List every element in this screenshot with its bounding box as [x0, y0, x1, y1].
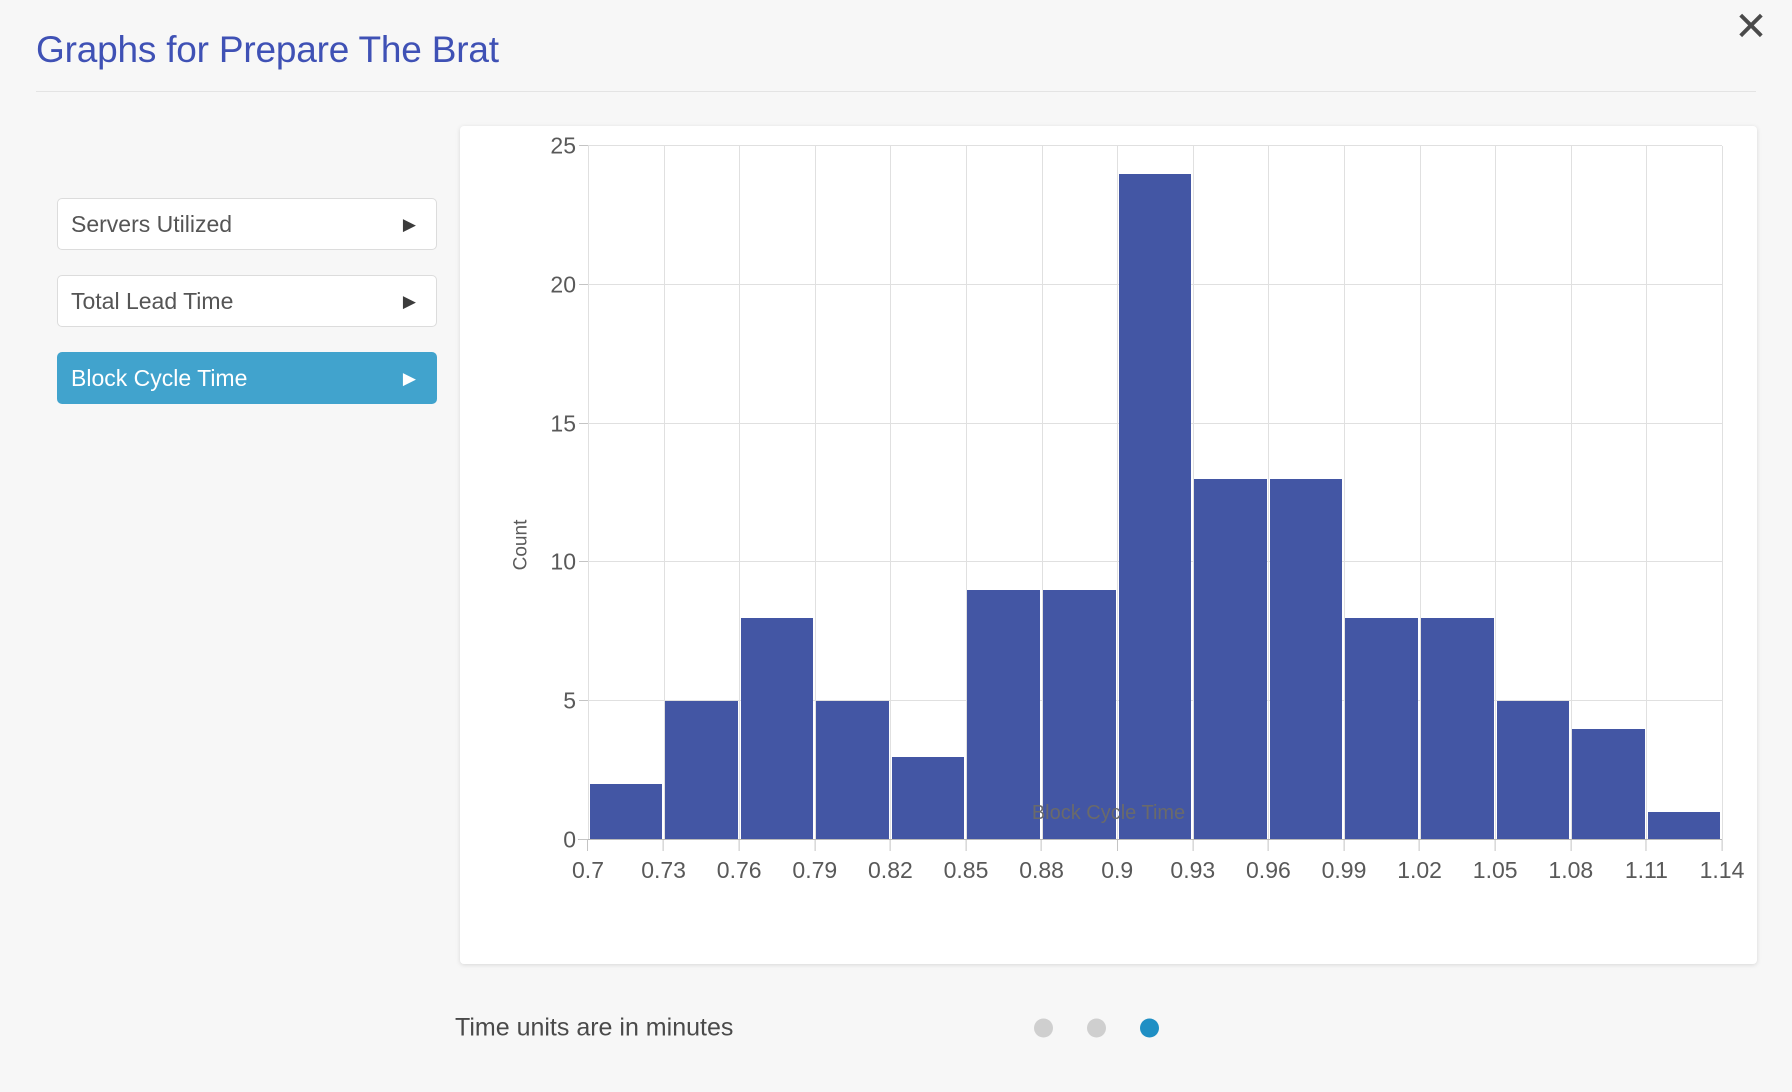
- sidebar-item-label: Total Lead Time: [71, 287, 234, 314]
- x-tick: 1.14: [1699, 840, 1745, 884]
- x-tick-label: 0.88: [1019, 857, 1064, 883]
- y-tick-label: 20: [550, 271, 576, 298]
- x-tick-mark: [663, 840, 665, 851]
- pagination-dot-1[interactable]: [1034, 1018, 1053, 1038]
- sidebar-item-label: Block Cycle Time: [71, 364, 248, 391]
- x-tick-label: 0.85: [943, 857, 989, 883]
- x-tick-mark: [738, 840, 740, 851]
- y-tick-label: 25: [550, 132, 576, 159]
- x-tick-mark: [814, 840, 816, 851]
- x-tick-label: 0.9: [1101, 857, 1134, 883]
- x-tick: 0.85: [943, 840, 989, 884]
- y-tick-label: 10: [550, 548, 576, 575]
- chart-card: Count 0 5 10 15 20 25 0.7 0.73 0.76 0.79 0.82 0.85 0…: [460, 126, 1757, 964]
- y-tick-label: 15: [550, 410, 576, 437]
- sidebar-item-label: Servers Utilized: [71, 210, 233, 237]
- graph-selector-sidebar: Servers Utilized ▶ Total Lead Time ▶ Block C…: [57, 198, 437, 429]
- histogram-chart: Count 0 5 10 15 20 25 0.7 0.73 0.76 0.79 0.82 0.85 0…: [460, 126, 1757, 964]
- histogram-bar[interactable]: [1194, 479, 1267, 840]
- x-tick: 0.99: [1321, 840, 1367, 884]
- x-tick-mark: [1721, 840, 1723, 851]
- x-tick: 0.9: [1101, 840, 1133, 884]
- pagination-dot-3[interactable]: [1140, 1018, 1159, 1038]
- x-tick-mark: [1343, 840, 1345, 851]
- x-tick-label: 1.02: [1397, 857, 1442, 883]
- x-tick: 0.82: [868, 840, 913, 884]
- x-tick-label: 0.79: [792, 857, 838, 883]
- x-tick: 0.88: [1019, 840, 1064, 884]
- pagination-dot-2[interactable]: [1087, 1018, 1106, 1038]
- page-title: Graphs for Prepare The Brat: [36, 29, 499, 70]
- histogram-bar[interactable]: [1118, 173, 1192, 840]
- x-tick: 0.79: [792, 840, 837, 884]
- triangle-right-icon: ▶: [402, 214, 416, 234]
- x-tick-mark: [587, 840, 589, 851]
- x-tick-label: 0.76: [716, 857, 762, 883]
- close-icon[interactable]: ✕: [1728, 4, 1774, 50]
- x-tick-mark: [1645, 840, 1647, 851]
- x-tick: 0.7: [572, 840, 604, 884]
- triangle-right-icon: ▶: [402, 368, 416, 388]
- x-tick: 0.73: [641, 840, 686, 884]
- y-axis-label: Count: [510, 519, 532, 571]
- x-tick-mark: [1267, 840, 1269, 851]
- plot-area: 0 5 10 15 20 25 0.7 0.73 0.76 0.79 0.82 0.85 0.88 0.9…: [550, 133, 1744, 884]
- x-tick: 1.02: [1397, 840, 1442, 884]
- graphs-modal: Graphs for Prepare The Brat ✕ Servers Ut…: [0, 0, 1792, 1092]
- x-tick: 1.08: [1548, 840, 1593, 884]
- x-tick: 0.93: [1170, 840, 1215, 884]
- x-tick-label: 0.96: [1246, 857, 1291, 883]
- sidebar-item-block-cycle-time[interactable]: Block Cycle Time ▶: [57, 352, 437, 404]
- histogram-bar[interactable]: [891, 756, 965, 840]
- x-tick-label: 1.08: [1548, 857, 1594, 883]
- sidebar-item-total-lead-time[interactable]: Total Lead Time ▶: [57, 275, 437, 327]
- x-tick: 0.76: [717, 840, 762, 884]
- gridline-vertical: [1722, 146, 1723, 840]
- y-tick-label: 5: [563, 687, 576, 714]
- x-tick-label: 1.14: [1699, 857, 1745, 883]
- units-note: Time units are in minutes: [455, 1013, 734, 1042]
- x-tick-label: 0.93: [1170, 857, 1216, 883]
- x-tick-mark: [1570, 840, 1572, 851]
- x-tick-label: 1.11: [1624, 857, 1668, 883]
- triangle-right-icon: ▶: [402, 291, 416, 311]
- x-tick-mark: [1419, 840, 1421, 851]
- x-tick-mark: [1494, 840, 1496, 851]
- x-tick-mark: [965, 840, 967, 851]
- x-tick-label: 0.82: [868, 857, 913, 883]
- x-tick-label: 1.05: [1472, 857, 1518, 883]
- histogram-bars: [588, 146, 1722, 840]
- x-tick: 1.05: [1473, 840, 1518, 884]
- x-tick-label: 0.73: [641, 857, 686, 883]
- sidebar-item-servers-utilized[interactable]: Servers Utilized ▶: [57, 198, 437, 250]
- x-tick-label: 0.7: [572, 857, 604, 883]
- x-tick-mark: [1116, 840, 1118, 851]
- x-tick-mark: [889, 840, 891, 851]
- modal-header: Graphs for Prepare The Brat: [36, 22, 1756, 92]
- x-tick-mark: [1041, 840, 1043, 851]
- histogram-bar[interactable]: [1269, 479, 1343, 840]
- x-tick: 0.96: [1246, 840, 1291, 884]
- x-axis-label: Block Cycle Time: [1031, 802, 1186, 824]
- x-tick: 1.11: [1625, 840, 1668, 884]
- pagination-dots: [1034, 1018, 1159, 1038]
- x-tick-label: 0.99: [1321, 857, 1367, 883]
- x-tick-mark: [1192, 840, 1194, 851]
